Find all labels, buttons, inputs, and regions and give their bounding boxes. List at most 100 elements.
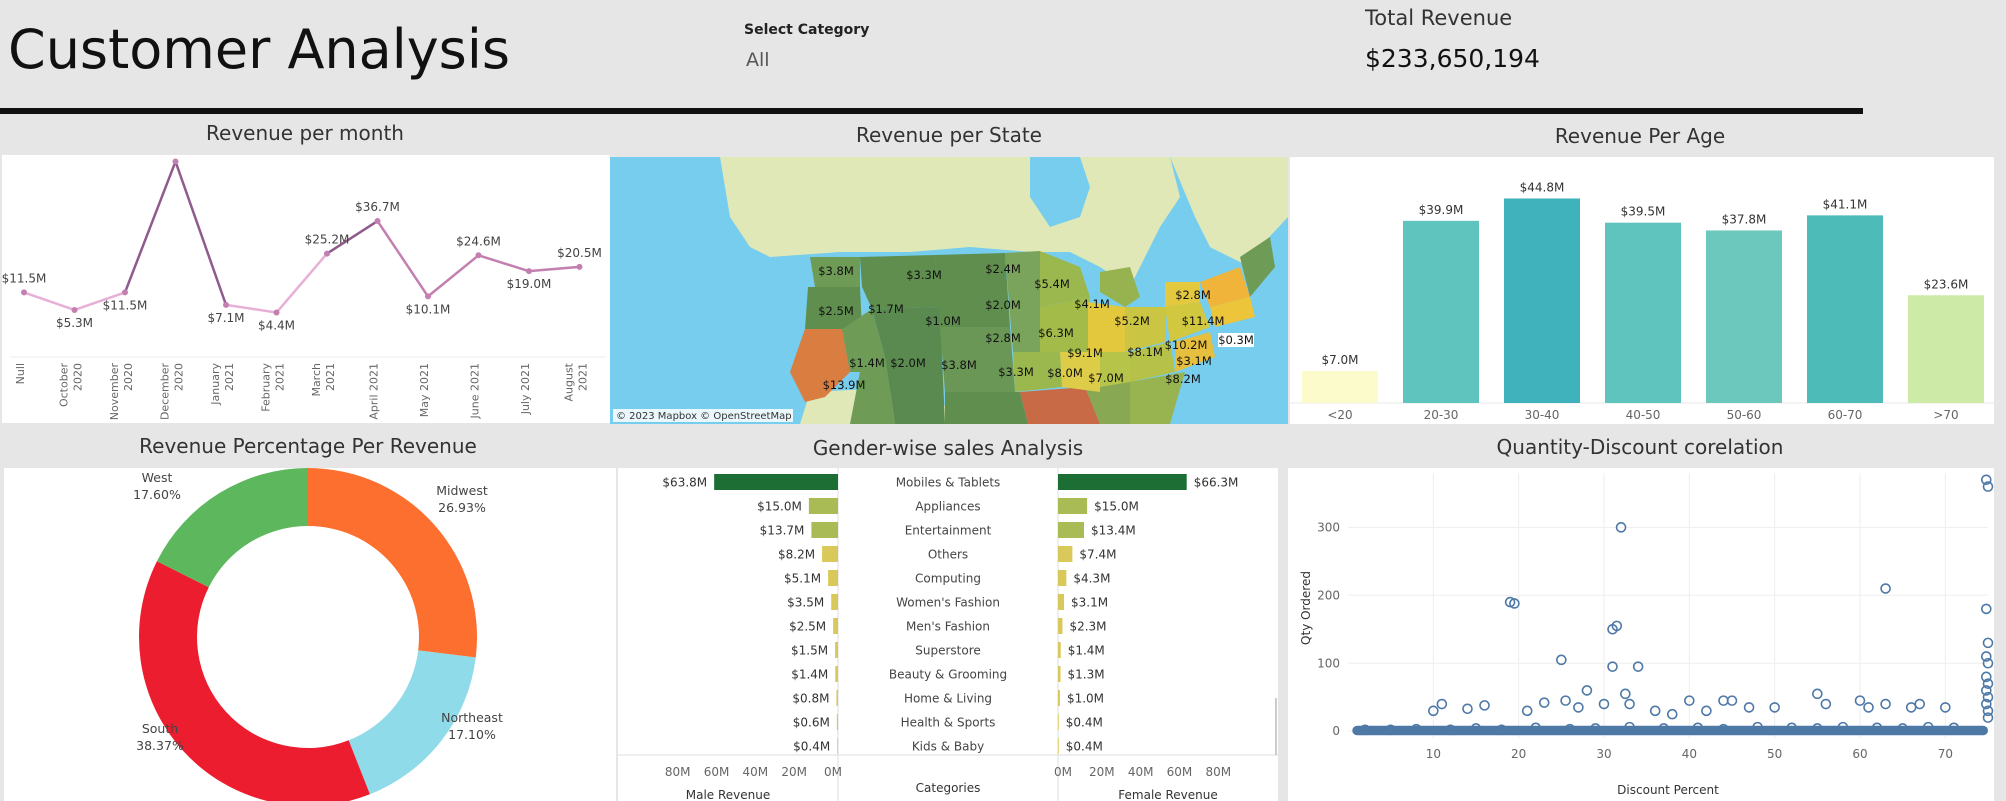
state-revenue-label: $1.7M (868, 302, 904, 316)
female-revenue-bar (1058, 570, 1067, 586)
line-x-tick: April 2021 (368, 363, 381, 420)
category-filter-dropdown[interactable]: All (746, 49, 770, 71)
revenue-month-title: Revenue per month (206, 121, 404, 145)
gender-sales-chart: $63.8M $66.3M Mobiles & Tablets $15.0M $15.0… (618, 468, 1278, 801)
age-bar (1807, 215, 1883, 403)
state-revenue-label: $13.9M (823, 378, 866, 392)
male-revenue-label: $2.5M (789, 620, 826, 634)
line-point (576, 263, 583, 270)
line-x-tick: January (209, 363, 222, 406)
male-revenue-bar (837, 738, 838, 754)
revenue-state-map[interactable]: $3.8M $3.3M $2.4M $2.5M $1.7M $2.0M $1.0M $5.4M… (610, 157, 1288, 424)
age-x-tick: 30-40 (1525, 408, 1560, 422)
scatter-point (1914, 698, 1926, 710)
female-revenue-label: $1.4M (1068, 644, 1105, 658)
scatter-x-title: Discount Percent (1617, 783, 1719, 797)
female-revenue-bar (1058, 594, 1065, 610)
line-point (71, 306, 78, 313)
line-x-tick: July 2021 (519, 363, 532, 415)
donut-slice-percent: 38.37% (136, 738, 184, 753)
line-x-tick: June 2021 (469, 363, 482, 419)
category-label: Men's Fashion (906, 620, 990, 634)
line-x-tick: May 2021 (418, 363, 431, 417)
line-x-tick: November (108, 363, 121, 421)
revenue-month-chart: $11.5MNull$5.3MOctober 2020$11.5MNovember… (2, 155, 610, 423)
line-data-label: $7.1M (207, 311, 244, 325)
male-axis-tick: 0M (824, 765, 842, 779)
female-revenue-label: $1.0M (1067, 692, 1104, 706)
state-revenue-label: $3.8M (818, 264, 854, 278)
female-axis-tick: 0M (1054, 765, 1072, 779)
male-axis-tick: 40M (743, 765, 769, 779)
female-revenue-label: $2.3M (1069, 620, 1106, 634)
state-revenue-label: $8.2M (1165, 372, 1201, 386)
state-revenue-label: $6.3M (1038, 326, 1074, 340)
donut-slice-name: West (142, 470, 173, 485)
age-bar (1302, 371, 1378, 403)
male-axis-tick: 80M (665, 765, 691, 779)
category-label: Entertainment (905, 524, 992, 538)
category-label: Superstore (915, 644, 981, 658)
female-revenue-bar (1058, 714, 1059, 730)
line-x-tick: Null (14, 363, 27, 384)
male-revenue-label: $0.4M (793, 740, 830, 754)
age-bar-label: $23.6M (1924, 277, 1969, 291)
state-revenue-label: $1.0M (925, 314, 961, 328)
line-x-tick: February (260, 363, 273, 412)
male-axis-title: Male Revenue (686, 788, 771, 801)
male-revenue-label: $13.7M (760, 524, 805, 538)
age-x-tick: 50-60 (1727, 408, 1762, 422)
line-x-tick: October (58, 363, 71, 407)
male-revenue-label: $0.8M (792, 692, 829, 706)
female-revenue-label: $66.3M (1194, 476, 1239, 490)
line-x-tick: December (159, 363, 172, 421)
female-axis-tick: 40M (1128, 765, 1154, 779)
line-x-tick: 2021 (223, 363, 236, 391)
male-revenue-bar (835, 642, 838, 658)
age-bar-label: $41.1M (1823, 197, 1868, 211)
line-segment (174, 161, 228, 306)
category-label: Home & Living (904, 692, 992, 706)
scatter-point (1436, 698, 1448, 710)
scatter-point (1726, 695, 1738, 706)
region-donut-chart: Midwest 26.93% Northeast 17.10% South 38.37% W… (4, 468, 616, 801)
line-x-tick: 2020 (173, 363, 186, 391)
scatter-title: Quantity-Discount corelation (1496, 435, 1784, 459)
female-revenue-label: $7.4M (1079, 548, 1116, 562)
age-bar (1504, 198, 1580, 403)
line-point (172, 158, 179, 165)
category-label: Beauty & Grooming (889, 668, 1007, 682)
scatter-point (1820, 698, 1832, 710)
donut-slice-name: South (142, 721, 178, 736)
female-revenue-label: $15.0M (1094, 500, 1139, 514)
female-revenue-bar (1058, 738, 1059, 754)
scatter-y-tick: 100 (1317, 656, 1340, 670)
line-x-tick: March (310, 363, 323, 397)
line-point (475, 252, 482, 259)
line-point (223, 301, 229, 308)
quantity-discount-scatter: 10 20 30 40 50 60 70 0 100 200 300 Discount Percent… (1288, 468, 1994, 801)
total-revenue-value: $233,650,194 (1365, 44, 1540, 73)
female-revenue-bar (1058, 474, 1187, 490)
scatter-point (1812, 688, 1823, 700)
line-x-tick: 2020 (122, 363, 135, 391)
scatter-point (1905, 702, 1917, 713)
age-x-tick: 60-70 (1828, 408, 1863, 422)
female-axis-tick: 80M (1205, 765, 1231, 779)
scatter-x-tick: 20 (1511, 747, 1526, 761)
female-revenue-bar (1058, 498, 1088, 514)
state-revenue-label: $2.4M (985, 262, 1021, 276)
female-revenue-bar (1058, 690, 1060, 706)
state-revenue-label: $5.2M (1114, 314, 1150, 328)
scatter-y-tick: 300 (1317, 520, 1340, 534)
male-revenue-label: $8.2M (778, 548, 815, 562)
scatter-point (1880, 698, 1891, 710)
female-revenue-label: $0.4M (1066, 716, 1103, 730)
scatter-point (1581, 685, 1593, 696)
line-point (21, 289, 27, 296)
scatter-x-tick: 10 (1426, 747, 1441, 761)
scatter-point (1560, 695, 1571, 706)
age-bar (1403, 220, 1479, 403)
scatter-x-tick: 50 (1767, 747, 1782, 761)
scatter-point (1624, 698, 1635, 710)
